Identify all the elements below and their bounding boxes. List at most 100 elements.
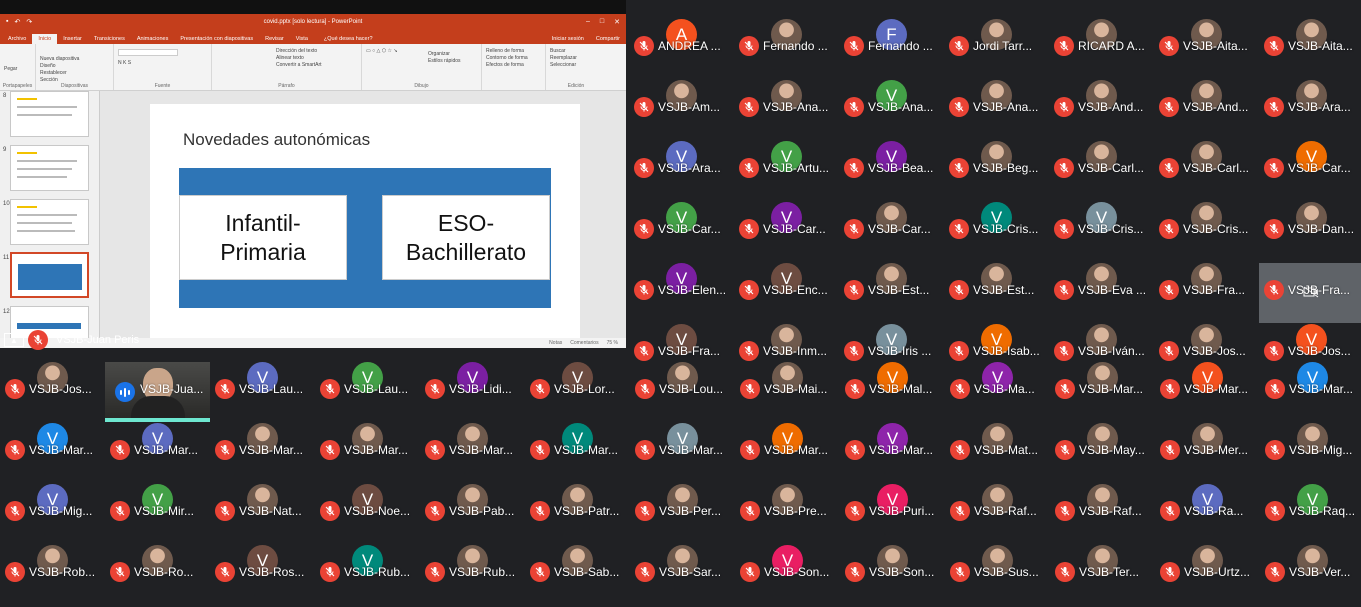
participant-tile[interactable]: V VSJB-Mar... bbox=[525, 423, 630, 483]
participant-tile[interactable]: VSJB-Dan... bbox=[1259, 202, 1361, 262]
participant-tile[interactable]: V VSJB-Artu... bbox=[734, 141, 839, 201]
sign-in-link[interactable]: Iniciar sesión bbox=[546, 34, 590, 44]
participant-tile[interactable]: VSJB-May... bbox=[1050, 423, 1155, 483]
paste-button[interactable]: Pegar bbox=[4, 66, 31, 73]
participant-tile[interactable]: VSJB-Mig... bbox=[1260, 423, 1361, 483]
participant-tile[interactable]: VSJB-Urtz... bbox=[1155, 545, 1260, 605]
shape-outline-button[interactable]: Contorno de forma bbox=[486, 55, 541, 62]
participant-tile[interactable]: V VSJB-Mar... bbox=[0, 423, 105, 483]
participant-tile[interactable]: VSJB-Patr... bbox=[525, 484, 630, 544]
participant-tile[interactable]: V VSJB-Mar... bbox=[105, 423, 210, 483]
slide-thumbnail-selected[interactable] bbox=[10, 252, 89, 298]
participant-tile[interactable]: VSJB-Sus... bbox=[945, 545, 1050, 605]
participant-tile[interactable]: VSJB-And... bbox=[1154, 80, 1259, 140]
participant-tile[interactable]: VSJB-Cris... bbox=[1154, 202, 1259, 262]
participant-tile[interactable]: V VSJB-Mir... bbox=[105, 484, 210, 544]
participant-tile[interactable]: VSJB-Pre... bbox=[735, 484, 840, 544]
find-button[interactable]: Buscar bbox=[550, 48, 602, 55]
participant-tile[interactable]: V VSJB-Car... bbox=[1259, 141, 1361, 201]
quick-styles-button[interactable]: Estilos rápidos bbox=[428, 58, 477, 65]
replace-button[interactable]: Reemplazar bbox=[550, 55, 602, 62]
participant-tile[interactable]: A ANDREA ... bbox=[629, 19, 734, 79]
participant-tile[interactable]: VSJB-Ara... bbox=[1259, 80, 1361, 140]
participant-tile[interactable]: VSJB-Raf... bbox=[945, 484, 1050, 544]
participant-tile[interactable]: VSJB-Mat... bbox=[945, 423, 1050, 483]
participant-tile[interactable]: VSJB-Raf... bbox=[1050, 484, 1155, 544]
participant-tile[interactable]: VSJB-Pab... bbox=[420, 484, 525, 544]
participant-tile[interactable]: VSJB-Mar... bbox=[420, 423, 525, 483]
shape-fill-button[interactable]: Relleno de forma bbox=[486, 48, 541, 55]
participant-tile[interactable]: RICARD A... bbox=[1049, 19, 1154, 79]
participant-tile[interactable]: V VSJB-Ana... bbox=[839, 80, 944, 140]
participant-tile[interactable]: V VSJB-Mar... bbox=[1260, 362, 1361, 422]
participant-tile[interactable]: VSJB-Ter... bbox=[1050, 545, 1155, 605]
tab-revisar[interactable]: Revisar bbox=[259, 34, 290, 44]
participant-tile[interactable]: VSJB-Carl... bbox=[1154, 141, 1259, 201]
participant-tile[interactable]: V VSJB-Lau... bbox=[315, 362, 420, 422]
participant-tile[interactable]: VSJB-Mar... bbox=[210, 423, 315, 483]
participant-tile[interactable]: VSJB-Car... bbox=[839, 202, 944, 262]
notes-button[interactable]: Notas bbox=[549, 340, 562, 346]
participant-tile[interactable]: VSJB-Jua... bbox=[105, 362, 210, 422]
participant-tile[interactable]: VSJB-Est... bbox=[839, 263, 944, 323]
participant-tile[interactable]: V VSJB-Puri... bbox=[840, 484, 945, 544]
tab-presentacion[interactable]: Presentación con diapositivas bbox=[174, 34, 259, 44]
slide-thumbnails[interactable]: 8 9 10 11 12 bbox=[0, 91, 100, 348]
participant-tile[interactable]: VSJB-Mar... bbox=[1050, 362, 1155, 422]
participant-tile[interactable]: V VSJB-Ma... bbox=[945, 362, 1050, 422]
participant-tile[interactable]: VSJB-Rub... bbox=[420, 545, 525, 605]
participant-tile[interactable]: VSJB-Am... bbox=[629, 80, 734, 140]
font-name-box[interactable] bbox=[118, 49, 178, 56]
participant-tile[interactable]: V VSJB-Enc... bbox=[734, 263, 839, 323]
participant-tile[interactable]: VSJB-And... bbox=[1049, 80, 1154, 140]
participant-tile[interactable]: V VSJB-Car... bbox=[734, 202, 839, 262]
participant-tile[interactable]: Fernando ... bbox=[734, 19, 839, 79]
reset-button[interactable]: Restablecer bbox=[40, 70, 109, 77]
share-button[interactable]: Compartir bbox=[590, 34, 626, 44]
participant-tile[interactable]: VSJB-Ver... bbox=[1260, 545, 1361, 605]
participant-tile[interactable]: V VSJB-Mar... bbox=[1155, 362, 1260, 422]
participant-tile[interactable]: VSJB-Est... bbox=[944, 263, 1049, 323]
participant-tile[interactable]: VSJB-Eva ... bbox=[1049, 263, 1154, 323]
participant-tile[interactable]: VSJB-Rob... bbox=[0, 545, 105, 605]
new-slide-button[interactable]: Nueva diapositiva bbox=[40, 56, 109, 63]
participant-tile[interactable]: V VSJB-Cris... bbox=[1049, 202, 1154, 262]
comments-button[interactable]: Comentarios bbox=[570, 340, 598, 346]
tell-me-search[interactable]: ¿Qué desea hacer? bbox=[318, 34, 379, 44]
tab-animaciones[interactable]: Animaciones bbox=[131, 34, 175, 44]
arrange-button[interactable]: Organizar bbox=[428, 51, 477, 58]
tab-inicio[interactable]: Inicio bbox=[32, 34, 58, 44]
participant-tile[interactable]: VSJB-Mai... bbox=[735, 362, 840, 422]
participant-tile[interactable]: V VSJB-Ara... bbox=[629, 141, 734, 201]
participant-tile[interactable]: VSJB-Son... bbox=[840, 545, 945, 605]
tab-insertar[interactable]: Insertar bbox=[57, 34, 88, 44]
participant-tile[interactable]: VSJB-Mer... bbox=[1155, 423, 1260, 483]
participant-tile[interactable]: V VSJB-Mar... bbox=[735, 423, 840, 483]
participant-tile[interactable]: VSJB-Fra... bbox=[1259, 263, 1361, 323]
participant-tile[interactable]: VSJB-Jos... bbox=[0, 362, 105, 422]
participant-tile[interactable]: V VSJB-Noe... bbox=[315, 484, 420, 544]
slide-thumbnail[interactable] bbox=[10, 199, 89, 245]
participant-tile[interactable]: V VSJB-Lidi... bbox=[420, 362, 525, 422]
participant-tile[interactable]: V VSJB-Lor... bbox=[525, 362, 630, 422]
tab-archivo[interactable]: Archivo bbox=[2, 34, 32, 44]
participant-tile[interactable]: VSJB-Nat... bbox=[210, 484, 315, 544]
participant-tile[interactable]: VSJB-Per... bbox=[630, 484, 735, 544]
participant-tile[interactable]: V VSJB-Ros... bbox=[210, 545, 315, 605]
participant-tile[interactable]: V VSJB-Raq... bbox=[1260, 484, 1361, 544]
slide-thumbnail[interactable] bbox=[10, 145, 89, 191]
participant-tile[interactable]: VSJB-Beg... bbox=[944, 141, 1049, 201]
zoom-level[interactable]: 75 % bbox=[607, 340, 618, 346]
smartart-button[interactable]: Convertir a SmartArt bbox=[276, 62, 357, 69]
participant-tile[interactable]: VSJB-Sar... bbox=[630, 545, 735, 605]
participant-tile[interactable]: VSJB-Aita... bbox=[1154, 19, 1259, 79]
select-button[interactable]: Seleccionar bbox=[550, 62, 602, 69]
participant-tile[interactable]: V VSJB-Mar... bbox=[840, 423, 945, 483]
participant-tile[interactable]: F Fernando ... bbox=[839, 19, 944, 79]
participant-tile[interactable]: V VSJB-Rub... bbox=[315, 545, 420, 605]
tab-transiciones[interactable]: Transiciones bbox=[88, 34, 131, 44]
participant-tile[interactable]: V VSJB-Son... bbox=[735, 545, 840, 605]
participant-tile[interactable]: VSJB-Mar... bbox=[315, 423, 420, 483]
participant-tile[interactable]: V VSJB-Mal... bbox=[840, 362, 945, 422]
participant-tile[interactable]: VSJB-Carl... bbox=[1049, 141, 1154, 201]
